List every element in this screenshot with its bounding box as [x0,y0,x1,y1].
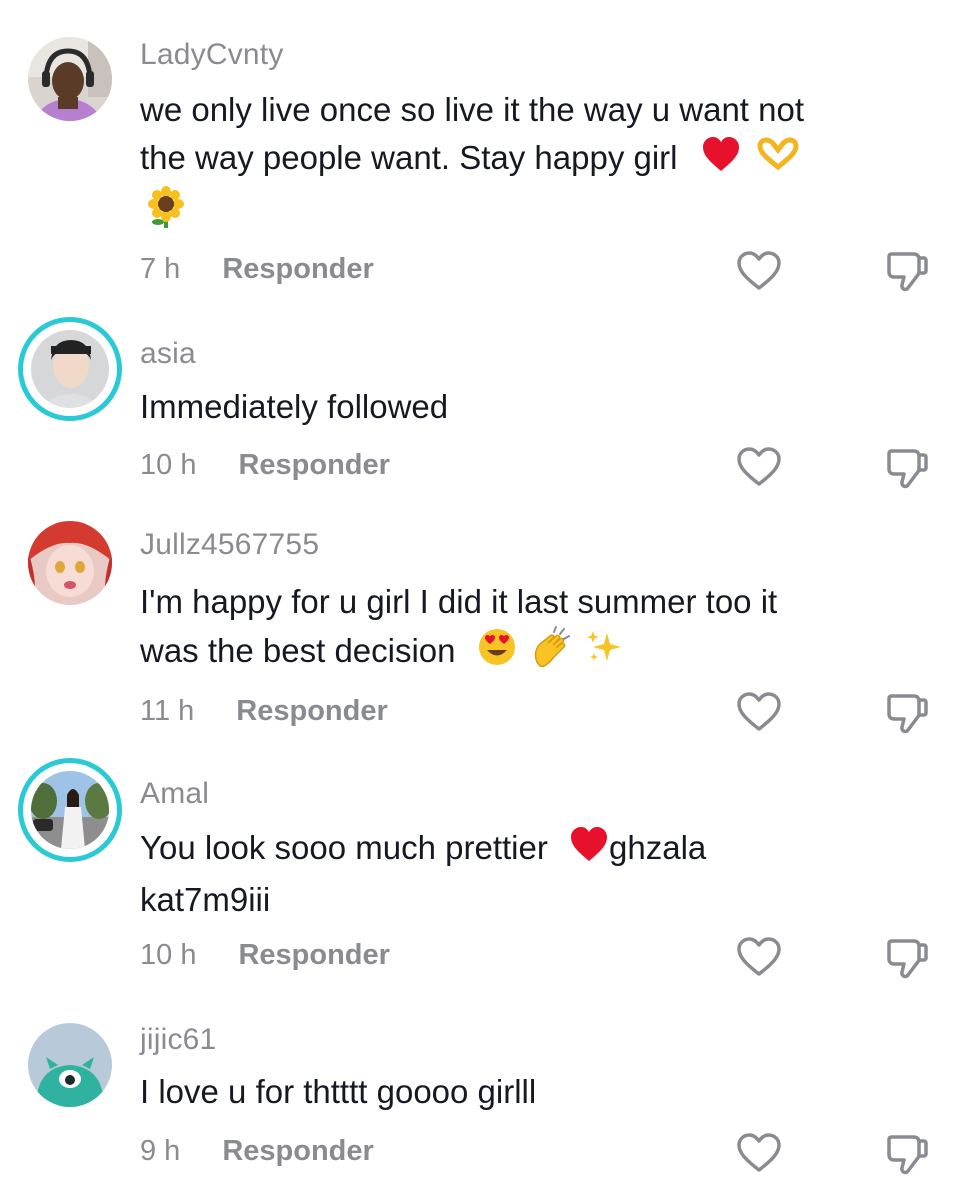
thumbs-down-icon [887,1135,928,1175]
red-heart-emoji [701,135,741,186]
comment-text: I'm happy for u girl I did it last summe… [140,578,940,681]
comment-text-line: kat7m9iii [140,880,271,918]
sunflower-emoji [146,185,186,241]
sparkles-emoji [585,627,625,680]
comment-meta: 7 h Responder [140,253,374,286]
comment-text-line: was the best decision [140,626,940,681]
avatar[interactable] [18,1013,122,1117]
like-button[interactable] [736,691,782,733]
heart-hands-emoji [756,136,800,184]
reply-button[interactable]: Responder [238,939,389,972]
thumbs-down-icon [887,939,928,979]
dislike-button[interactable] [884,690,930,736]
avatar-image-jullz [28,521,112,605]
comment-item: asia Immediately followed 10 h Responder [0,305,967,495]
heart-eyes-emoji [477,627,517,680]
heart-outline-icon [737,251,781,290]
dislike-button[interactable] [884,1131,930,1177]
thumbs-down-icon [887,694,928,734]
reply-button[interactable]: Responder [222,1135,373,1168]
thumbs-down-icon [887,252,928,292]
comment-text: Immediately followed [140,383,940,431]
comment-timestamp: 10 h [140,939,197,971]
like-button[interactable] [736,936,782,978]
avatar[interactable] [18,317,122,421]
comment-text-line: I love u for thtttt goooo girlll [140,1073,537,1110]
avatar-image-asia [31,330,109,408]
comment-username[interactable]: asia [140,337,196,371]
thumbs-down-icon [887,449,928,489]
comment-text: we only live once so live it the way u w… [140,86,940,241]
reply-button[interactable]: Responder [236,695,387,728]
heart-outline-icon [737,937,781,976]
avatar[interactable] [18,27,122,131]
heart-outline-icon [737,447,781,486]
comment-meta: 10 h Responder [140,939,390,972]
comment-timestamp: 10 h [140,449,197,481]
comment-text: I love u for thtttt goooo girlll [140,1068,940,1116]
comment-text-line: Immediately followed [140,388,449,425]
comment-username[interactable]: Jullz4567755 [140,528,319,562]
comment-item: Jullz4567755 I'm happy for u girl I did … [0,495,967,740]
comment-username[interactable]: LadyCvnty [140,38,284,72]
heart-outline-icon [737,1133,781,1172]
comment-text-line: I'm happy for u girl I did it last summe… [140,583,778,620]
comment-meta: 10 h Responder [140,449,390,482]
like-button[interactable] [736,446,782,488]
comment-meta: 11 h Responder [140,695,388,728]
comment-username[interactable]: Amal [140,777,209,811]
comment-text-line: we only live once so live it the way u w… [140,91,805,128]
comment-item: jijic61 I love u for thtttt goooo girlll… [0,995,967,1200]
comment-timestamp: 7 h [140,253,181,285]
comment-item: Amal You look sooo much prettier ghzala … [0,740,967,995]
comment-meta: 9 h Responder [140,1135,374,1168]
reply-button[interactable]: Responder [222,253,373,286]
comment-timestamp: 11 h [140,695,195,727]
heart-outline-icon [737,692,781,731]
comment-username[interactable]: jijic61 [140,1023,216,1057]
comment-text: You look sooo much prettier ghzala kat7m… [140,824,940,924]
comment-item: LadyCvnty we only live once so live it t… [0,0,967,305]
comment-text-line: You look sooo much prettier ghzala [140,824,940,876]
comment-text-line: the way people want. Stay happy girl [140,134,940,186]
red-heart-emoji [569,825,609,876]
dislike-button[interactable] [884,248,930,294]
avatar-image-ladycvnty [28,37,112,121]
dislike-button[interactable] [884,445,930,491]
like-button[interactable] [736,1132,782,1174]
like-button[interactable] [736,250,782,292]
avatar[interactable] [18,511,122,615]
dislike-button[interactable] [884,935,930,981]
comment-timestamp: 9 h [140,1135,181,1167]
avatar[interactable] [18,758,122,862]
avatar-image-jijic61 [28,1023,112,1107]
reply-button[interactable]: Responder [238,449,389,482]
comment-text-line [140,185,940,241]
clapping-hands-emoji [530,626,574,681]
avatar-image-amal [31,771,109,849]
